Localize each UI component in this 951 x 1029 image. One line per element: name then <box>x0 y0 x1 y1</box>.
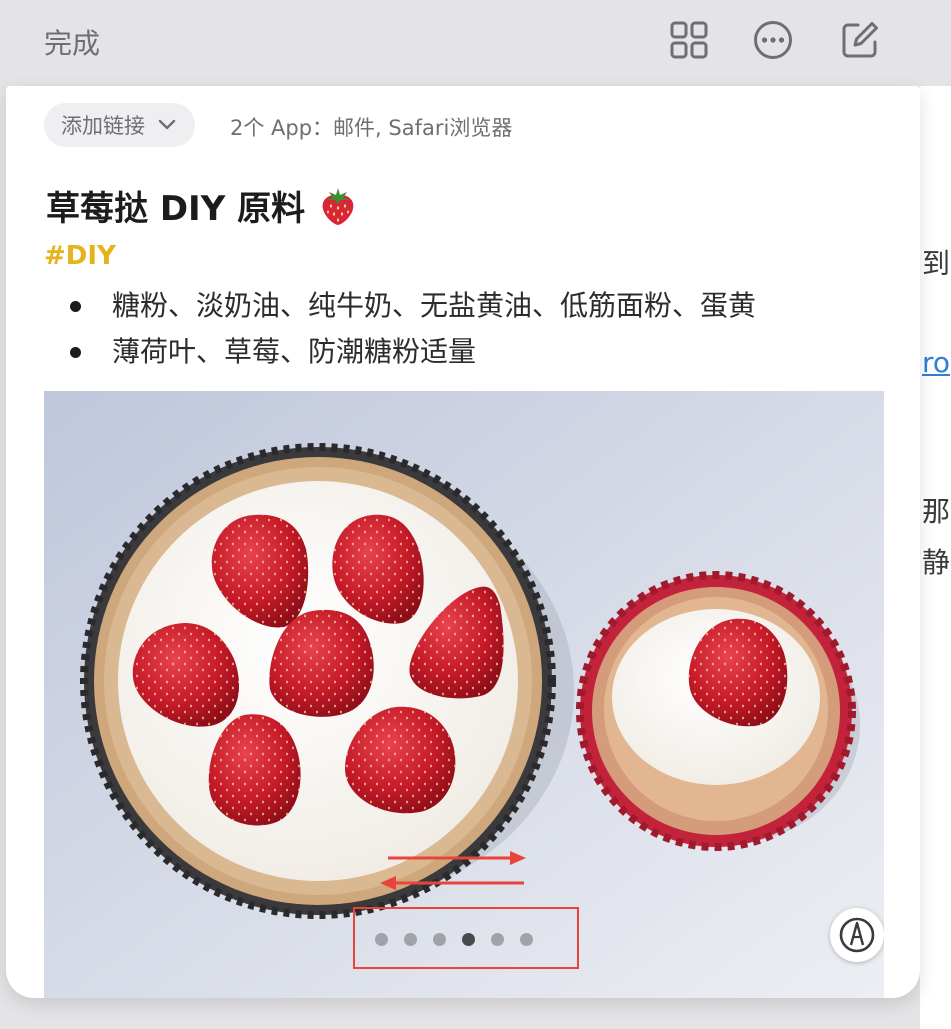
add-link-label: 添加链接 <box>61 114 145 138</box>
page-dot[interactable] <box>375 932 388 946</box>
page-indicator[interactable] <box>374 927 534 951</box>
bullet-dot <box>70 301 81 312</box>
strawberry-tart-photo[interactable] <box>44 391 884 998</box>
page-dot-active[interactable] <box>462 932 475 946</box>
top-toolbar: 完成 <box>0 0 951 86</box>
background-note-edge: 到 ro 那 静 <box>920 86 951 1029</box>
list-item-text: 薄荷叶、草莓、防潮糖粉适量 <box>112 335 477 368</box>
ellipsis-circle-icon[interactable] <box>753 20 793 60</box>
annotation-arrows <box>380 851 526 890</box>
ingredient-list: 糖粉、淡奶油、纯牛奶、无盐黄油、低筋面粉、蛋黄 薄荷叶、草莓、防潮糖粉适量 <box>66 284 756 376</box>
background-note-text: 静 <box>922 546 951 579</box>
hashtag-diy[interactable]: #DIY <box>44 241 116 271</box>
background-note-text: 那 <box>922 495 951 528</box>
grid-icon[interactable] <box>669 20 709 60</box>
list-item-text: 糖粉、淡奶油、纯牛奶、无盐黄油、低筋面粉、蛋黄 <box>112 289 757 322</box>
note-title-text: 草莓挞 DIY 原料 <box>46 189 306 229</box>
list-item: 薄荷叶、草莓、防潮糖粉适量 <box>66 330 756 376</box>
page-dot[interactable] <box>433 932 446 946</box>
linked-apps-info: 2个 App：邮件, Safari浏览器 <box>230 116 513 140</box>
add-link-button[interactable]: 添加链接 <box>44 103 195 147</box>
markup-button[interactable] <box>830 908 884 962</box>
strawberry-emoji-icon <box>322 187 354 225</box>
markup-pen-icon <box>839 917 875 953</box>
page-dot[interactable] <box>520 932 533 946</box>
list-item: 糖粉、淡奶油、纯牛奶、无盐黄油、低筋面粉、蛋黄 <box>66 284 756 330</box>
background-note-text: 到 <box>922 247 951 280</box>
page-dot[interactable] <box>404 932 417 946</box>
note-title: 草莓挞 DIY 原料 <box>46 181 357 230</box>
background-note-link[interactable]: ro <box>922 346 950 379</box>
done-button[interactable]: 完成 <box>44 22 100 62</box>
page-dot[interactable] <box>491 932 504 946</box>
bullet-dot <box>70 347 81 358</box>
chevron-down-icon <box>158 119 176 130</box>
share-sheet: 添加链接 2个 App：邮件, Safari浏览器 草莓挞 DIY 原料 #DI… <box>6 86 920 998</box>
compose-icon[interactable] <box>840 20 880 60</box>
